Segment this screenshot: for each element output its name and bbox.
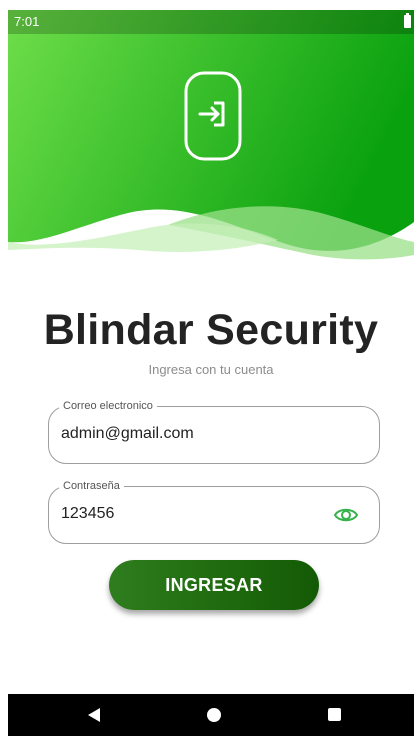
login-button[interactable]: INGRESAR — [109, 560, 319, 610]
navigation-bar — [8, 694, 414, 736]
password-input[interactable] — [61, 499, 321, 529]
eye-icon[interactable] — [333, 505, 359, 525]
login-screen: 7:01 Blindar Security Ingresa con tu cue… — [0, 0, 414, 736]
password-field-label: Contraseña — [59, 479, 124, 493]
app-title: Blindar Security — [43, 306, 379, 354]
email-field-label: Correo electronico — [59, 399, 157, 413]
login-door-arrow-icon — [183, 70, 243, 162]
email-field[interactable]: Correo electronico — [48, 399, 380, 464]
status-time: 7:01 — [14, 14, 40, 29]
battery-icon — [404, 13, 411, 28]
status-bar: 7:01 — [8, 10, 414, 34]
login-subtitle: Ingresa con tu cuenta — [148, 362, 274, 377]
password-field[interactable]: Contraseña — [48, 479, 380, 544]
recents-square-icon[interactable] — [328, 708, 341, 721]
email-input[interactable] — [61, 419, 321, 449]
home-circle-icon[interactable] — [207, 708, 221, 722]
back-triangle-icon[interactable] — [88, 708, 100, 722]
